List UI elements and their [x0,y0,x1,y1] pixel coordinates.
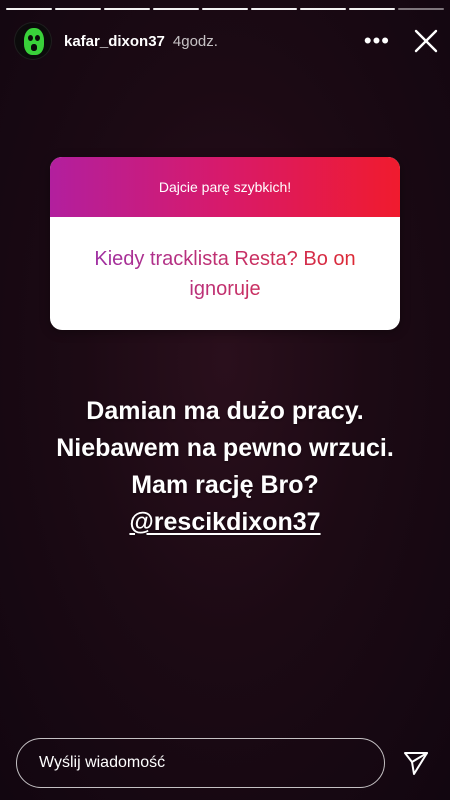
question-sticker: Dajcie parę szybkich! Kiedy tracklista R… [50,157,400,330]
caption-line-1: Damian ma dużo pracy. [86,397,364,425]
reply-message-input[interactable] [16,738,385,788]
story-progress-segment [6,8,52,10]
caption-line-3: Mam rację Bro? [131,471,319,499]
story-progress-segment [300,8,346,10]
question-prompt: Dajcie parę szybkich! [50,157,400,217]
story-progress-segment [55,8,101,10]
story-progress-segment [202,8,248,10]
story-header: kafar_dixon37 4godz. ••• [14,18,440,64]
story-progress-bar [6,8,444,10]
avatar-mouth [31,44,37,51]
send-paper-plane-icon[interactable] [401,748,431,778]
more-dots-icon[interactable]: ••• [364,30,390,52]
avatar[interactable] [14,22,52,60]
close-icon[interactable] [412,27,440,55]
mention-link[interactable]: @rescikdixon37 [129,508,320,536]
story-progress-segment [398,8,444,10]
reply-bar [16,738,436,788]
story-progress-segment [104,8,150,10]
avatar-eye-right [35,35,40,41]
story-progress-segment [153,8,199,10]
question-answer-box: Kiedy tracklista Resta? Bo on ignoruje [50,217,400,330]
story-progress-segment [349,8,395,10]
story-caption: Damian ma dużo pracy. Niebawem na pewno … [0,393,450,541]
author-username[interactable]: kafar_dixon37 [64,33,165,50]
post-time: 4godz. [172,32,218,50]
question-answer-text: Kiedy tracklista Resta? Bo on ignoruje [78,244,372,304]
avatar-eye-left [28,35,33,41]
story-progress-segment [251,8,297,10]
caption-line-2: Niebawem na pewno wrzuci. [56,434,394,462]
